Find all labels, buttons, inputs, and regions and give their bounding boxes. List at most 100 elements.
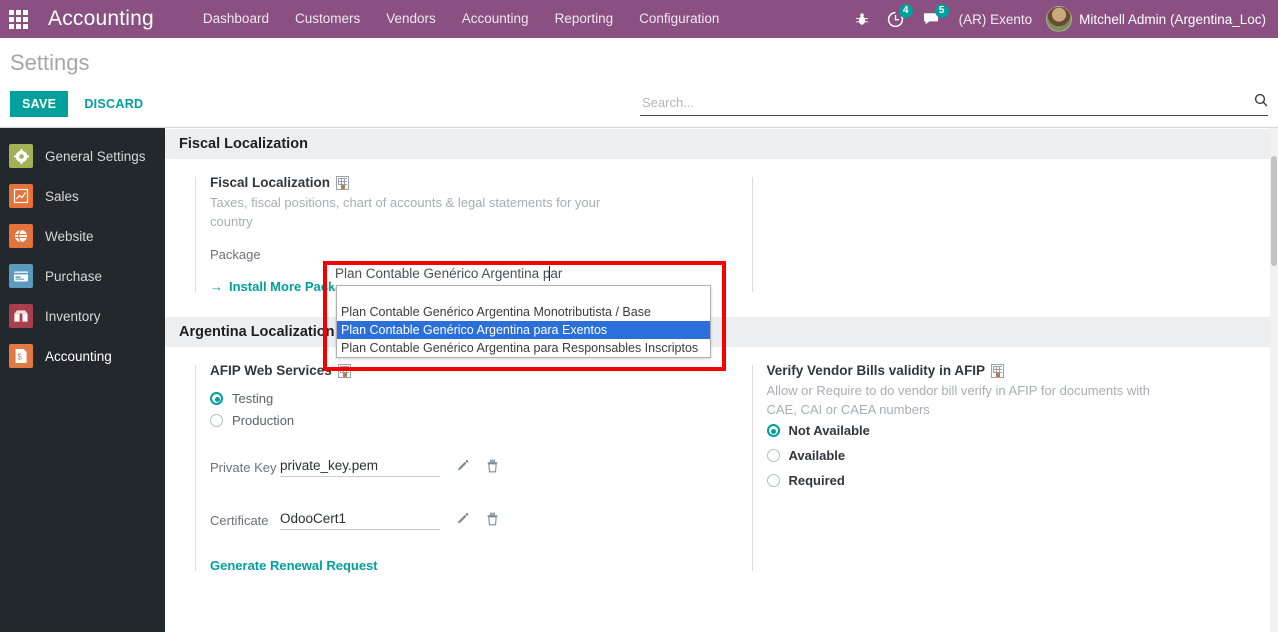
breadcrumb[interactable]: Settings	[10, 50, 90, 76]
radio-label: Required	[788, 473, 845, 488]
apps-grid-glyph	[8, 9, 28, 29]
searchview	[640, 93, 1268, 116]
company-icon	[991, 363, 1005, 378]
package-input-wrapper	[331, 265, 718, 285]
trash-icon[interactable]	[486, 512, 499, 529]
menu-item-accounting[interactable]: Accounting	[449, 0, 542, 38]
verify-vendor-bills-setting: Verify Vendor Bills validity in AFIP All…	[722, 363, 1278, 575]
setting-title-text: AFIP Web Services	[210, 363, 332, 378]
main-menu: Dashboard Customers Vendors Accounting R…	[190, 0, 733, 38]
verify-option-available[interactable]: Available	[766, 448, 1278, 463]
bug-icon[interactable]	[846, 0, 878, 38]
setting-description: Taxes, fiscal positions, chart of accoun…	[210, 195, 601, 229]
certificate-value[interactable]: OdooCert1	[280, 511, 440, 530]
arrow-right-icon: →	[210, 279, 223, 294]
verify-option-required[interactable]: Required	[766, 473, 1278, 488]
gear-icon	[9, 144, 33, 168]
certificate-row: Certificate OdooCert1	[210, 511, 722, 530]
sidebar-item-general-settings[interactable]: General Settings	[0, 136, 165, 176]
top-navbar: Accounting Dashboard Customers Vendors A…	[0, 0, 1278, 38]
radio-production[interactable]	[210, 414, 223, 427]
menu-item-customers[interactable]: Customers	[282, 0, 373, 38]
fiscal-localization-empty-col	[722, 175, 1278, 296]
page-body: General Settings Sales Website Purchase …	[0, 128, 1278, 632]
radio-label: Production	[232, 413, 295, 428]
company-icon	[337, 363, 351, 378]
radio-testing[interactable]	[210, 392, 223, 405]
sidebar-item-label: Inventory	[45, 308, 101, 324]
private-key-row: Private Key private_key.pem	[210, 458, 722, 477]
package-label: Package	[210, 246, 261, 262]
section-title-fiscal-localization: Fiscal Localization	[165, 128, 1278, 159]
trash-icon[interactable]	[486, 459, 499, 476]
menu-item-reporting[interactable]: Reporting	[542, 0, 627, 38]
activities-badge: 4	[898, 4, 913, 18]
save-button[interactable]: SAVE	[10, 91, 69, 117]
setting-label-verify-vendor-bills: Verify Vendor Bills validity in AFIP	[767, 363, 1278, 378]
pencil-icon[interactable]	[456, 459, 470, 476]
sidebar-item-purchase[interactable]: Purchase	[0, 256, 165, 296]
generate-renewal-request-link[interactable]: Generate Renewal Request	[210, 558, 378, 573]
active-company-label[interactable]: (AR) Exento	[949, 12, 1043, 27]
dropdown-option-monotributista[interactable]: Plan Contable Genérico Argentina Monotri…	[337, 303, 710, 321]
radio-not-available[interactable]	[766, 424, 780, 437]
user-menu[interactable]: Mitchell Admin (Argentina_Loc)	[1042, 6, 1272, 32]
search-input[interactable]	[640, 93, 1248, 111]
sidebar-item-website[interactable]: Website	[0, 216, 165, 256]
sidebar-item-label: General Settings	[45, 148, 146, 164]
text-caret	[549, 266, 550, 281]
sidebar-item-label: Website	[45, 228, 94, 244]
private-key-label: Private Key	[210, 460, 277, 475]
svg-text:$: $	[17, 352, 22, 361]
argentina-localization-grid: AFIP Web Services Testing Production Pri…	[165, 347, 1278, 575]
package-input[interactable]	[331, 266, 718, 281]
discard-button[interactable]: DISCARD	[76, 91, 151, 117]
company-icon	[336, 175, 350, 190]
radio-label: Not Available	[788, 423, 870, 438]
apps-grid-icon[interactable]	[0, 0, 36, 38]
invoice-icon: $	[9, 344, 33, 368]
menu-item-configuration[interactable]: Configuration	[626, 0, 732, 38]
content-scrollbar[interactable]	[1270, 128, 1278, 632]
sidebar-item-inventory[interactable]: Inventory	[0, 296, 165, 336]
form-action-buttons: SAVE DISCARD	[10, 91, 151, 117]
setting-description: Allow or Require to do vendor bill verif…	[766, 383, 1150, 417]
app-brand-title: Accounting	[48, 7, 154, 30]
scrollbar-thumb[interactable]	[1271, 156, 1277, 266]
private-key-value[interactable]: private_key.pem	[280, 458, 440, 477]
search-icon[interactable]	[1248, 93, 1268, 111]
settings-content: Fiscal Localization Fiscal Localization …	[165, 128, 1278, 632]
setting-title-text: Fiscal Localization	[210, 175, 331, 190]
afip-mode-option-production[interactable]: Production	[210, 413, 722, 428]
sidebar-item-label: Purchase	[45, 268, 103, 284]
navbar-systray: 4 5 (AR) Exento Mitchell Admin (Argentin…	[846, 0, 1272, 38]
sidebar-item-sales[interactable]: Sales	[0, 176, 165, 216]
certificate-label: Certificate	[210, 513, 269, 528]
radio-available[interactable]	[766, 449, 780, 462]
dropdown-blank-row	[337, 286, 710, 303]
afip-web-services-setting: AFIP Web Services Testing Production Pri…	[165, 363, 722, 575]
activities-clock-icon[interactable]: 4	[878, 0, 913, 38]
radio-required[interactable]	[766, 474, 780, 487]
pencil-icon[interactable]	[456, 512, 470, 529]
user-avatar	[1046, 6, 1073, 32]
section-title-argentina-localization: Argentina Localization	[165, 316, 1278, 347]
dropdown-option-responsables-inscriptos[interactable]: Plan Contable Genérico Argentina para Re…	[337, 339, 710, 357]
afip-mode-option-testing[interactable]: Testing	[210, 391, 722, 406]
globe-icon	[9, 224, 33, 248]
package-autocomplete-dropdown[interactable]: Plan Contable Genérico Argentina Monotri…	[336, 285, 711, 358]
verify-option-not-available[interactable]: Not Available	[766, 423, 1278, 438]
setting-label-fiscal-localization: Fiscal Localization	[210, 175, 722, 190]
control-panel: Settings SAVE DISCARD	[0, 38, 1278, 128]
radio-label: Testing	[232, 391, 274, 406]
menu-item-vendors[interactable]: Vendors	[373, 0, 449, 38]
dropdown-option-exentos[interactable]: Plan Contable Genérico Argentina para Ex…	[337, 321, 710, 339]
setting-label-afip-web-services: AFIP Web Services	[210, 363, 722, 378]
chart-line-icon	[9, 184, 33, 208]
radio-label: Available	[788, 448, 846, 463]
settings-sidebar: General Settings Sales Website Purchase …	[0, 128, 165, 632]
messages-chat-icon[interactable]: 5	[913, 0, 949, 38]
credit-card-icon	[9, 264, 33, 288]
menu-item-dashboard[interactable]: Dashboard	[190, 0, 282, 38]
sidebar-item-accounting[interactable]: $ Accounting	[0, 336, 165, 376]
